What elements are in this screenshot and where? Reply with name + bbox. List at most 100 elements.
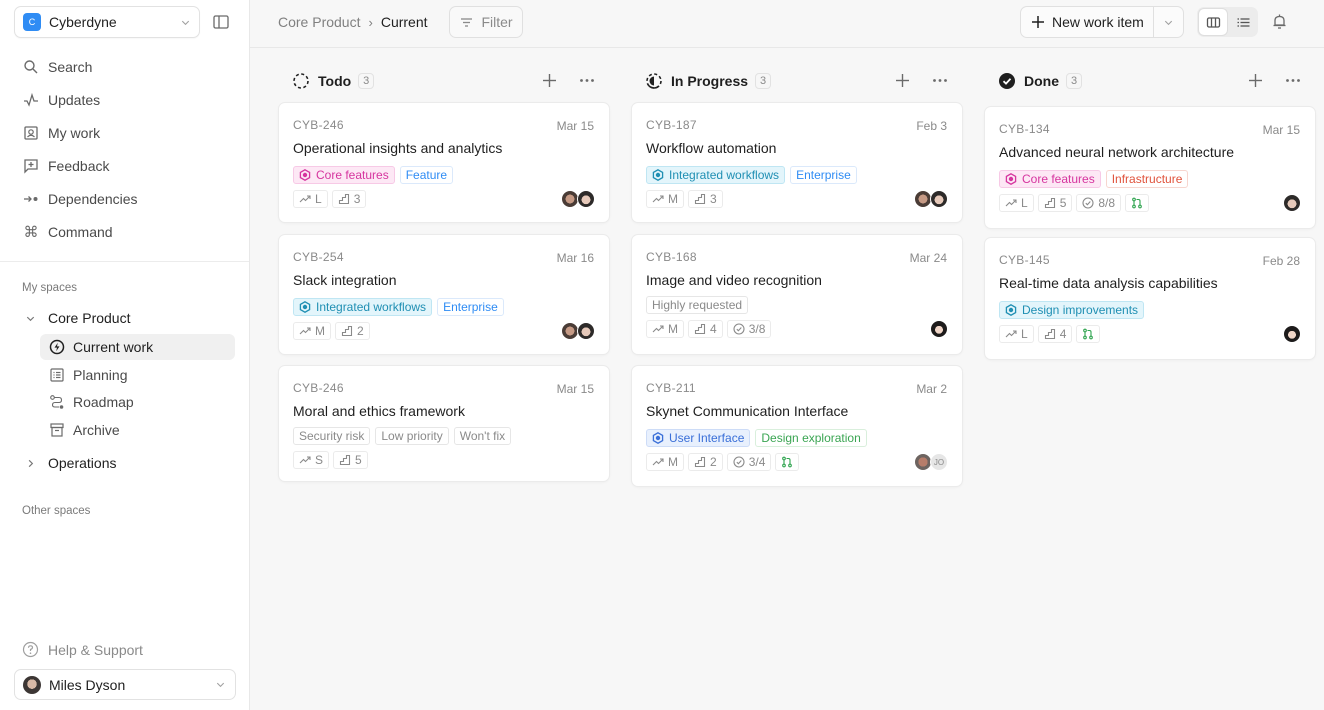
label-tag[interactable]: Core features <box>293 166 395 184</box>
assignees <box>1283 325 1301 343</box>
pull-request-icon <box>1083 328 1094 340</box>
more-options-icon[interactable] <box>931 72 949 89</box>
assignee-avatar[interactable] <box>577 190 595 208</box>
add-card-icon[interactable] <box>541 72 558 89</box>
user-avatar <box>23 675 41 694</box>
subtasks-chip[interactable]: 3/4 <box>726 453 772 471</box>
size-chip[interactable]: M <box>646 320 684 338</box>
help-support-link[interactable]: Help & Support <box>22 641 143 658</box>
label-tag[interactable]: Core features <box>999 170 1101 188</box>
points-chip[interactable]: 2 <box>688 453 723 471</box>
space-operations[interactable]: Operations <box>22 451 116 475</box>
add-card-icon[interactable] <box>894 72 911 89</box>
more-options-icon[interactable] <box>1284 72 1302 89</box>
work-item-card[interactable]: CYB-246 Mar 15 Operational insights and … <box>278 102 610 223</box>
label-tag[interactable]: Low priority <box>375 427 449 445</box>
workspace-switcher[interactable]: C Cyberdyne <box>14 6 200 38</box>
label-tag[interactable]: Security risk <box>293 427 371 445</box>
work-item-card[interactable]: CYB-246 Mar 15 Moral and ethics framewor… <box>278 365 610 482</box>
points-chip[interactable]: 2 <box>335 322 370 340</box>
label-tag[interactable]: Design improvements <box>999 301 1145 319</box>
label-tag[interactable]: Integrated workflows <box>293 298 433 316</box>
nav-item-my-work[interactable]: My work <box>14 116 236 149</box>
size-value: L <box>1021 196 1028 210</box>
more-options-icon[interactable] <box>578 72 596 89</box>
size-chip[interactable]: M <box>646 453 684 471</box>
label-tag[interactable]: User Interface <box>646 429 751 447</box>
label-tag[interactable]: Enterprise <box>790 166 857 184</box>
label-tag[interactable]: Enterprise <box>437 298 504 316</box>
workspace-logo: C <box>23 13 41 31</box>
pull-request-chip[interactable] <box>1125 194 1150 212</box>
size-chip[interactable]: M <box>646 190 684 208</box>
chevron-right-icon <box>22 455 38 471</box>
work-item-title: Image and video recognition <box>646 272 822 288</box>
lightning-circle-icon <box>49 339 65 355</box>
assignee-avatar[interactable] <box>930 320 948 338</box>
space-item-current-work[interactable]: Current work <box>40 334 235 360</box>
help-circle-icon <box>22 641 39 658</box>
new-work-item-dropdown[interactable] <box>1154 7 1183 37</box>
list-view-button[interactable] <box>1228 8 1258 36</box>
space-item-archive[interactable]: Archive <box>40 417 235 443</box>
subtasks-chip[interactable]: 3/8 <box>726 320 772 338</box>
space-core-product[interactable]: Core Product <box>22 306 130 330</box>
work-item-card[interactable]: CYB-134 Mar 15 Advanced neural network a… <box>984 106 1316 229</box>
size-chip[interactable]: L <box>999 194 1034 212</box>
pull-request-chip[interactable] <box>1076 325 1101 343</box>
add-card-icon[interactable] <box>1247 72 1264 89</box>
meta-chips: M2 <box>293 322 370 340</box>
nav-item-dependencies[interactable]: Dependencies <box>14 182 236 215</box>
nav-item-command[interactable]: ⌘ Command <box>14 215 236 248</box>
points-chip[interactable]: 4 <box>688 320 723 338</box>
points-chip[interactable]: 3 <box>688 190 723 208</box>
filter-button[interactable]: Filter <box>449 6 523 38</box>
board-view-button[interactable] <box>1198 8 1228 36</box>
space-item-label: Roadmap <box>73 394 134 410</box>
assignee-avatar[interactable] <box>1283 194 1301 212</box>
space-item-planning[interactable]: Planning <box>40 362 235 388</box>
work-item-date: Mar 15 <box>556 382 594 396</box>
breadcrumb-space[interactable]: Core Product <box>278 14 360 30</box>
size-chip[interactable]: L <box>293 190 328 208</box>
points-chip[interactable]: 5 <box>333 451 368 469</box>
new-work-item-button[interactable]: New work item <box>1021 7 1154 37</box>
assignee-avatar[interactable]: JO <box>930 453 948 471</box>
label-tag[interactable]: Infrastructure <box>1105 170 1189 188</box>
work-item-card[interactable]: CYB-254 Mar 16 Slack integration Integra… <box>278 234 610 355</box>
assignee-avatar[interactable] <box>577 322 595 340</box>
size-chip[interactable]: S <box>293 451 330 469</box>
user-switcher[interactable]: Miles Dyson <box>14 669 236 700</box>
space-item-roadmap[interactable]: Roadmap <box>40 389 235 415</box>
size-chip[interactable]: L <box>999 325 1034 343</box>
subtasks-chip[interactable]: 8/8 <box>1076 194 1122 212</box>
work-item-card[interactable]: CYB-187 Feb 3 Workflow automation Integr… <box>631 102 963 223</box>
work-item-card[interactable]: CYB-145 Feb 28 Real-time data analysis c… <box>984 237 1316 360</box>
work-item-title: Moral and ethics framework <box>293 403 465 419</box>
label-tag[interactable]: Highly requested <box>646 296 749 314</box>
assignee-avatar[interactable] <box>1283 325 1301 343</box>
label-tag[interactable]: Won't fix <box>453 427 512 445</box>
nav-item-updates[interactable]: Updates <box>14 83 236 116</box>
label-tag[interactable]: Design exploration <box>755 429 867 447</box>
points-chip[interactable]: 4 <box>1037 325 1073 343</box>
size-chip[interactable]: M <box>293 322 331 340</box>
points-value: 4 <box>1059 327 1067 341</box>
work-item-card[interactable]: CYB-211 Mar 2 Skynet Communication Inter… <box>631 365 963 487</box>
trend-up-icon <box>1005 330 1017 338</box>
nav-item-feedback[interactable]: Feedback <box>14 149 236 182</box>
space-label: Core Product <box>48 310 131 326</box>
nav-item-search[interactable]: Search <box>14 50 236 83</box>
points-chip[interactable]: 3 <box>331 190 367 208</box>
label-tag[interactable]: Feature <box>399 166 454 184</box>
pull-request-chip[interactable] <box>775 453 800 471</box>
notifications-bell-icon[interactable] <box>1271 13 1288 30</box>
points-chip[interactable]: 5 <box>1037 194 1073 212</box>
work-item-id: CYB-254 <box>293 250 344 264</box>
work-item-card[interactable]: CYB-168 Mar 24 Image and video recogniti… <box>631 234 963 355</box>
points-icon <box>694 193 706 205</box>
label-tag[interactable]: Integrated workflows <box>646 166 786 184</box>
assignee-avatar[interactable] <box>930 190 948 208</box>
points-value: 5 <box>355 453 362 467</box>
sidebar-toggle-icon[interactable] <box>212 13 230 31</box>
